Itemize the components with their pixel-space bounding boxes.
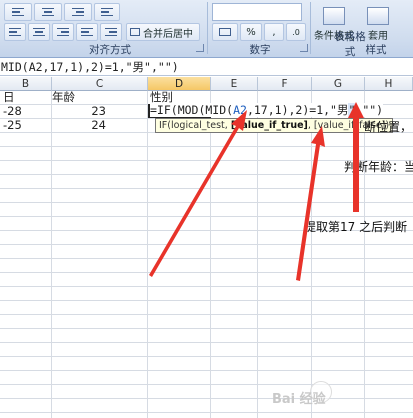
grid-line [0,356,413,357]
grid-line [0,370,413,371]
grid-line [364,91,365,418]
cell-c1[interactable]: 年龄 [52,91,75,104]
align-left-button[interactable] [4,23,26,41]
annotation-position: 断位置， [364,120,413,134]
align-middle-button[interactable] [34,3,62,21]
indent-icon [81,26,93,39]
column-header-f[interactable]: F [258,77,312,91]
grid-line [0,188,413,189]
align-bottom-icon [72,6,84,19]
align-middle-icon [42,6,54,19]
wrap-text-icon [101,6,113,19]
grid-line [0,258,413,259]
grid-line [311,91,312,418]
grid-line [0,342,413,343]
align-top-icon [12,6,24,19]
align-center-button[interactable] [28,23,50,41]
column-header-b[interactable]: B [0,77,52,91]
cell-b1[interactable]: 日 [3,91,15,104]
percent-button[interactable]: % [240,23,262,41]
merge-center-button[interactable]: 合并后居中 [126,23,200,41]
table-format-label: 表格格式 [334,31,366,58]
grid-line [0,202,413,203]
ribbon: 合并后居中 对齐方式 % , .0 数字 条件格式 套用 表格格式 样式 [0,0,413,58]
grid-line [210,91,211,418]
dialog-launcher-icon[interactable] [196,44,204,52]
grid-line [0,384,413,385]
formula-bar[interactable]: MID(A2,17,1),2)=1,"男","") [0,59,413,76]
number-group-label: 数字 [249,44,271,56]
cell-c3[interactable]: 24 [52,119,106,132]
apply-label: 套用 [368,30,388,42]
dialog-launcher-icon[interactable] [300,44,308,52]
align-bottom-button[interactable] [64,3,92,21]
alignment-group-label: 对齐方式 [89,44,131,56]
styles-group-label: 样式 [365,44,387,56]
percent-icon: % [246,26,256,38]
column-header-g[interactable]: G [312,77,365,91]
currency-icon [219,28,231,36]
grid-line [0,216,413,217]
merge-center-icon [130,28,140,36]
align-right-icon [57,26,69,39]
merge-center-label: 合并后居中 [143,28,193,40]
increase-indent-button[interactable] [100,23,122,41]
tooltip-fn: IF(logical_test, [159,120,231,131]
grid-line [257,91,258,418]
grid-line [0,398,413,399]
table-format-icon [367,6,389,25]
grid-line [51,91,52,418]
comma-button[interactable]: , [264,23,284,41]
red-arrow-1 [149,110,247,277]
decimal-icon: .0 [292,27,300,37]
decrease-indent-button[interactable] [76,23,98,41]
formula-suffix: ,"") [355,103,384,117]
ribbon-separator [207,2,208,54]
conditional-format-icon [323,6,345,25]
formula-prefix: =IF(MOD(MID( [150,103,234,117]
align-left-icon [9,26,21,39]
align-right-button[interactable] [52,23,74,41]
grid-line [0,328,413,329]
function-tooltip: IF(logical_test, [value_if_true], [value… [155,118,394,133]
grid-line [0,286,413,287]
wrap-text-button[interactable] [94,3,120,21]
grid-line [147,91,148,418]
grid-line [0,300,413,301]
column-header-c[interactable]: C [52,77,148,91]
number-format-dropdown[interactable] [212,3,302,21]
align-top-button[interactable] [4,3,32,21]
cell-edit-formula[interactable]: =IF(MOD(MID(A2,17,1),2)=1,"男","") [150,103,384,117]
column-header-d[interactable]: D [148,77,211,91]
grid-line [0,314,413,315]
annotation-extract: 提取第17 之后判断 [304,220,408,234]
currency-button[interactable] [212,23,238,41]
watermark: Bai 经验 [272,392,326,407]
cell-b2[interactable]: -28 [3,105,22,118]
column-header-e[interactable]: E [211,77,258,91]
ribbon-separator [310,2,311,54]
annotation-age: 判断年龄：当前 [344,160,413,174]
tooltip-current-arg[interactable]: [value_if_true] [231,120,308,131]
decimal-button[interactable]: .0 [286,23,306,41]
align-center-icon [33,26,45,39]
grid-line [0,272,413,273]
formula-cell-ref: A2 [233,103,247,117]
comma-icon: , [272,26,276,38]
formula-middle: ,17,1),2)=1,"男 [246,103,349,117]
cell-c2[interactable]: 23 [52,105,106,118]
grid-line [0,146,413,147]
cell-b3[interactable]: -25 [3,119,22,132]
grid-line [0,244,413,245]
grid-line [0,412,413,413]
outdent-icon [105,26,117,39]
column-header-h[interactable]: H [365,77,413,91]
